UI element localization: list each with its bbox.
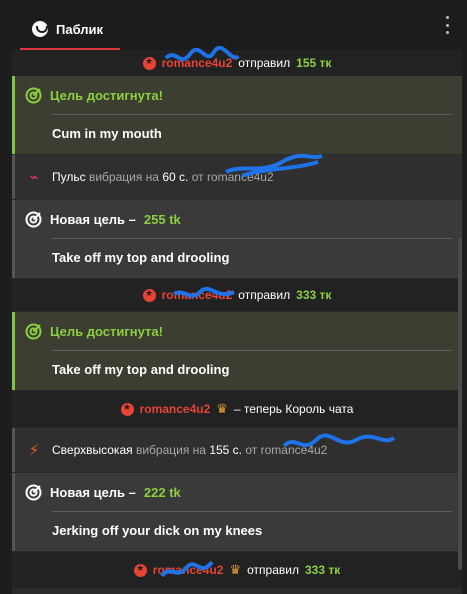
vibration-message: ⌁ Пульс вибрация на 60 с. от romance4u2 xyxy=(12,155,462,199)
goal-prefix: Новая цель – xyxy=(50,211,136,227)
target-icon xyxy=(25,484,42,500)
goal-achieved-message: Цель достигнута! Take off my top and dro… xyxy=(12,312,462,390)
goal-prefix: Новая цель – xyxy=(50,484,136,500)
goal-status: Цель достигнута! xyxy=(50,323,163,339)
tip-action: отправил xyxy=(238,56,291,70)
tab-label: Паблик xyxy=(56,21,104,37)
username[interactable]: romance4u2 xyxy=(153,563,224,577)
tip-amount: 333 тк xyxy=(304,563,341,577)
vibration-mid: вибрация на xyxy=(135,443,206,457)
kebab-menu-icon[interactable] xyxy=(440,14,454,36)
goal-text: Take off my top and drooling xyxy=(52,362,230,377)
goal-amount: 255 tk xyxy=(143,211,181,227)
vibration-from: от xyxy=(245,443,258,457)
target-icon xyxy=(25,211,42,227)
username[interactable]: romance4u2 xyxy=(162,56,233,70)
username[interactable]: romance4u2 xyxy=(207,170,274,184)
king-text: – теперь Король чата xyxy=(233,402,354,416)
tip-message: romance4u2 отправил 333 тк xyxy=(12,279,462,311)
new-goal-message: Новая цель – 255 tk Take off my top and … xyxy=(12,200,462,278)
tab-bar: Паблик xyxy=(12,0,462,51)
username[interactable]: romance4u2 xyxy=(261,443,328,457)
king-message: romance4u2 ♛ – теперь Король чата xyxy=(12,391,462,427)
lightning-icon: ⚡ xyxy=(28,442,40,459)
goal-status: Цель достигнута! xyxy=(50,87,163,103)
username[interactable]: romance4u2 xyxy=(162,288,233,302)
star-badge-icon xyxy=(142,56,156,70)
vibration-seconds: 60 с. xyxy=(162,170,189,184)
goal-amount: 222 tk xyxy=(143,484,181,500)
target-icon xyxy=(25,323,42,339)
vibration-from: от xyxy=(191,170,204,184)
tip-action: отправил xyxy=(247,563,299,577)
crown-icon: ♛ xyxy=(229,562,242,577)
vibration-level: Пульс xyxy=(52,170,86,184)
vibration-mid: вибрация на xyxy=(88,170,159,184)
star-badge-icon xyxy=(142,288,156,302)
tab-public[interactable]: Паблик xyxy=(20,10,120,50)
goal-text: Cum in my mouth xyxy=(52,126,162,141)
new-goal-message: Новая цель – 222 tk Jerking off your dic… xyxy=(12,473,462,551)
goal-text: Jerking off your dick on my knees xyxy=(52,523,263,538)
username[interactable]: romance4u2 xyxy=(140,402,211,416)
scrollbar[interactable] xyxy=(458,238,462,570)
tip-message: romance4u2 ♛ отправил 333 тк xyxy=(12,552,462,588)
star-badge-icon xyxy=(133,563,147,577)
chat-bubble-icon xyxy=(32,21,48,37)
tip-amount: 155 тк xyxy=(296,56,332,70)
vibration-message: ⚡ Сверхвысокая вибрация на 155 с. от rom… xyxy=(12,428,462,472)
pulse-icon: ⌁ xyxy=(29,169,39,186)
tip-message: romance4u2 отправил 155 тк xyxy=(12,50,462,76)
tip-amount: 333 тк xyxy=(296,288,332,302)
vibration-seconds: 155 с. xyxy=(209,443,243,457)
target-icon xyxy=(25,87,42,103)
goal-achieved-message: Цель достигнута! Cum in my mouth xyxy=(12,76,462,154)
crown-icon: ♛ xyxy=(216,401,228,416)
vibration-level: Сверхвысокая xyxy=(52,443,133,457)
chat-panel: Паблик romance4u2 отправил 155 тк Цель д… xyxy=(12,0,462,594)
star-badge-icon xyxy=(120,402,134,416)
tip-action: отправил xyxy=(238,288,291,302)
goal-text: Take off my top and drooling xyxy=(52,250,230,265)
